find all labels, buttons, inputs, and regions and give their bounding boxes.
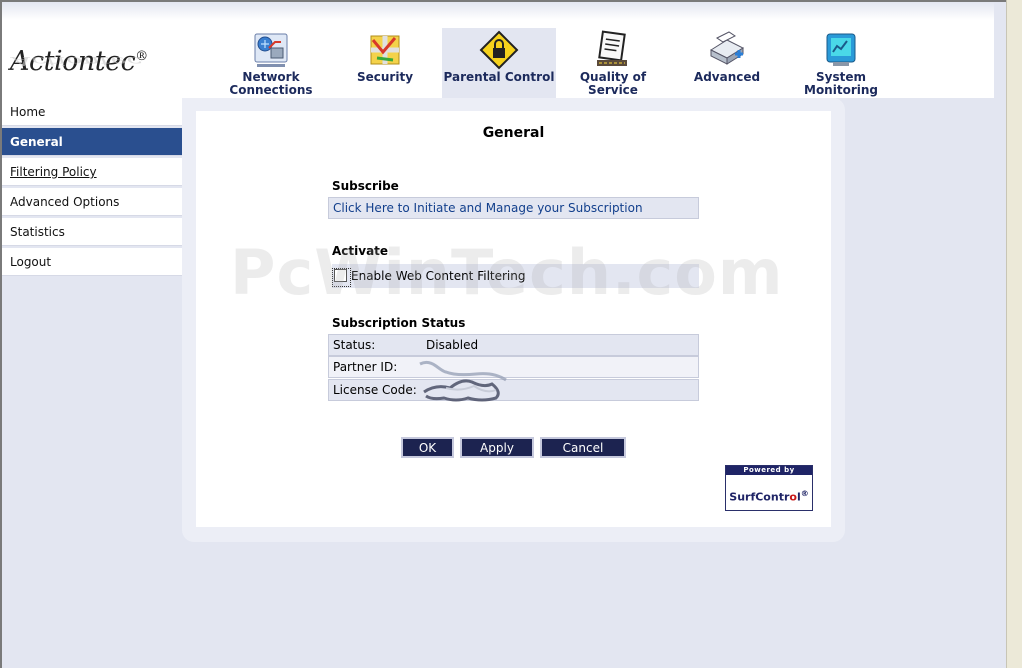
- license-code-label: License Code:: [333, 383, 417, 397]
- sidebar-item-advanced-options[interactable]: Advanced Options: [2, 188, 182, 216]
- nav-system-monitoring[interactable]: System Monitoring: [784, 28, 898, 98]
- security-icon: [370, 35, 400, 65]
- sidebar-item-general[interactable]: General: [2, 128, 182, 156]
- nav-label: Network Connections: [229, 70, 313, 97]
- nav-parental-control[interactable]: Parental Control: [442, 28, 556, 98]
- apply-button[interactable]: Apply: [460, 437, 534, 458]
- enable-filtering-row: Enable Web Content Filtering: [332, 264, 699, 288]
- advanced-icon: [709, 31, 745, 65]
- sidebar-item-statistics[interactable]: Statistics: [2, 218, 182, 246]
- nav-label: Parental Control: [443, 70, 555, 84]
- sidebar-item-filtering-policy[interactable]: Filtering Policy: [2, 158, 182, 186]
- actiontec-logo: Actiontec® Actiontec: [10, 46, 148, 77]
- status-row: Status: Disabled: [328, 334, 699, 356]
- enable-web-filtering-checkbox[interactable]: [334, 269, 347, 282]
- status-label: Status:: [333, 338, 376, 352]
- nav-quality-of-service[interactable]: Quality of Service: [556, 28, 670, 98]
- status-value: Disabled: [426, 338, 479, 352]
- network-connections-icon: [254, 33, 288, 67]
- cancel-button[interactable]: Cancel: [540, 437, 626, 458]
- activate-heading: Activate: [332, 244, 389, 258]
- nav-security[interactable]: Security: [328, 28, 442, 98]
- surfcontrol-logo: Powered by SurfControl®: [725, 465, 813, 511]
- system-monitoring-icon: [826, 33, 856, 66]
- sidebar: Home General Filtering Policy Advanced O…: [2, 98, 182, 278]
- license-code-row: License Code:: [328, 379, 699, 401]
- nav-network-connections[interactable]: Network Connections: [214, 28, 328, 98]
- header: Actiontec® Actiontec Network Connections…: [2, 2, 994, 98]
- partner-id-row: Partner ID:: [328, 356, 699, 378]
- enable-web-filtering-label: Enable Web Content Filtering: [351, 269, 526, 283]
- manage-subscription-link[interactable]: Click Here to Initiate and Manage your S…: [333, 201, 643, 215]
- nav-label: Quality of Service: [579, 70, 647, 97]
- subscription-status-heading: Subscription Status: [332, 316, 466, 330]
- nav-advanced[interactable]: Advanced: [670, 28, 784, 98]
- nav-label: Security: [356, 70, 414, 84]
- nav-label: System Monitoring: [804, 70, 878, 97]
- subscribe-heading: Subscribe: [332, 179, 399, 193]
- ok-button[interactable]: OK: [401, 437, 454, 458]
- sidebar-item-logout[interactable]: Logout: [2, 248, 182, 276]
- sidebar-item-home[interactable]: Home: [2, 98, 182, 126]
- vertical-scrollbar[interactable]: [1006, 0, 1022, 668]
- quality-of-service-icon: [597, 30, 627, 66]
- nav-label: Advanced: [693, 70, 761, 84]
- subscribe-row: Click Here to Initiate and Manage your S…: [328, 197, 699, 219]
- partner-id-label: Partner ID:: [333, 360, 398, 374]
- page-title: General: [482, 125, 545, 141]
- parental-control-icon: [479, 30, 519, 70]
